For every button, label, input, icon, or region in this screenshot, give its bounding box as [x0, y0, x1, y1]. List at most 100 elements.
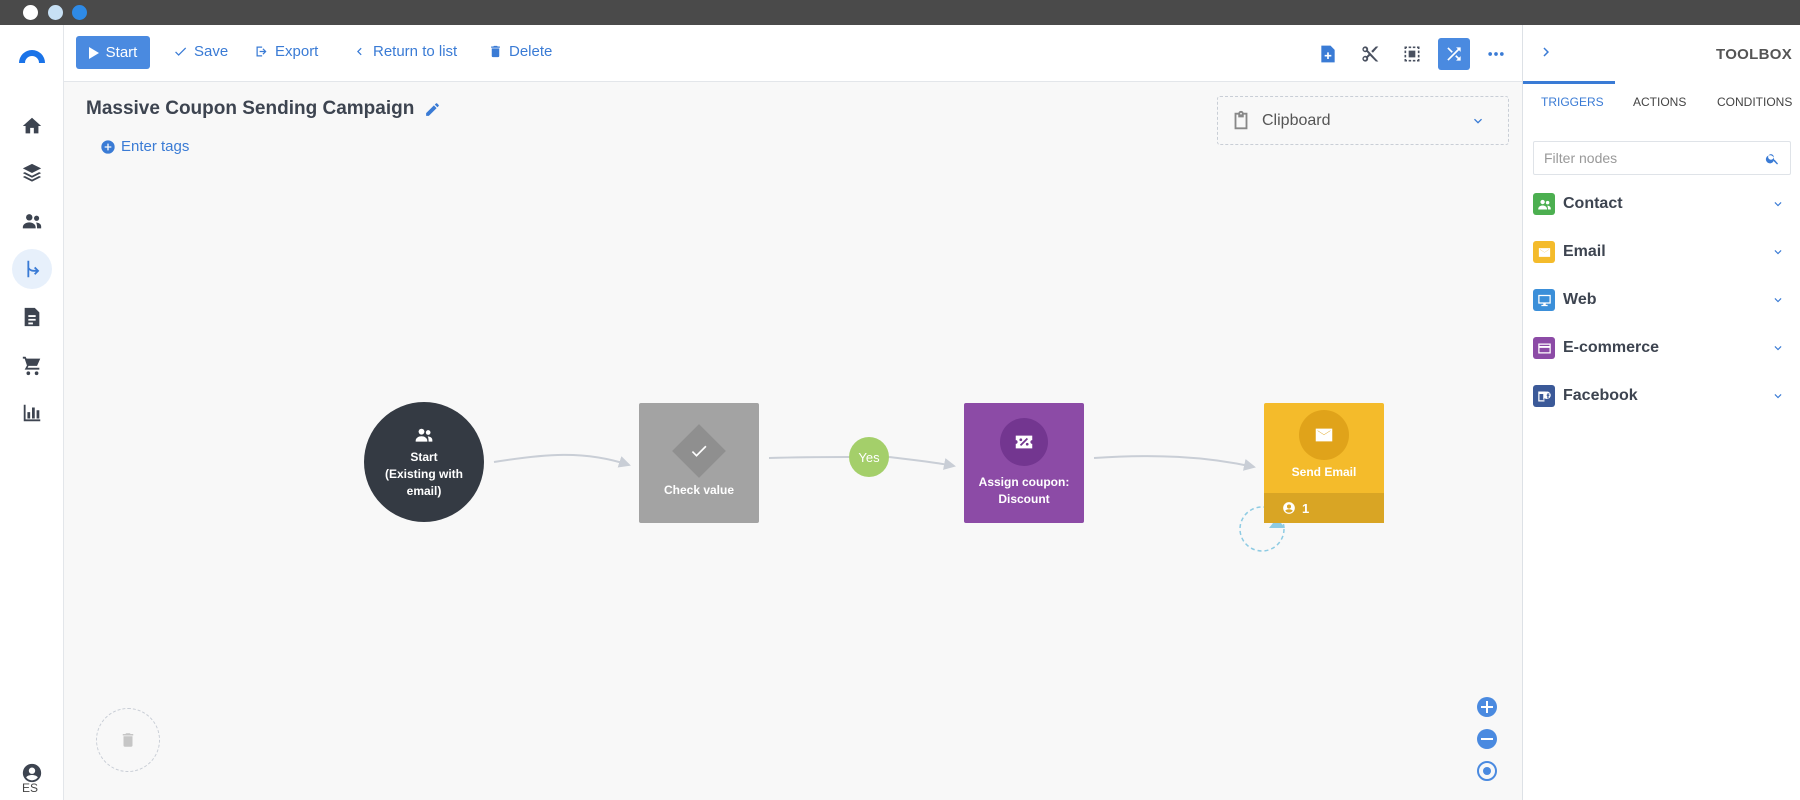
campaign-title-text: Massive Coupon Sending Campaign — [86, 98, 415, 119]
trash-drop-zone[interactable] — [96, 708, 160, 772]
save-button[interactable]: Save — [173, 43, 228, 60]
category-label: Contact — [1563, 195, 1623, 212]
toolbox-panel: TOOLBOX TRIGGERS ACTIONS CONDITIONS Cont… — [1522, 25, 1800, 800]
zoom-in-icon[interactable] — [1476, 696, 1498, 718]
check-node-label: Check value — [663, 482, 735, 497]
category-label: Email — [1563, 243, 1606, 260]
start-button-label: Start — [105, 44, 138, 61]
trash-icon — [491, 45, 500, 58]
plus-circle-icon — [101, 139, 115, 154]
window-close-dot[interactable] — [23, 5, 38, 20]
contacts-icon — [1533, 193, 1555, 215]
contacts-icon — [415, 428, 433, 442]
trash-icon — [122, 733, 134, 747]
start-button[interactable]: Start — [76, 36, 150, 69]
save-button-label: Save — [194, 43, 229, 60]
chevron-down-icon — [1774, 346, 1782, 351]
check-value-node[interactable]: Check value — [639, 403, 759, 523]
monitor-icon — [1533, 289, 1555, 311]
start-node-label: Start — [410, 449, 438, 464]
language-indicator[interactable]: ES — [22, 781, 38, 795]
campaign-title: Massive Coupon Sending Campaign — [86, 98, 441, 120]
collapse-panel-button[interactable] — [1537, 43, 1555, 61]
more-icon[interactable] — [1480, 38, 1512, 70]
cart-icon[interactable] — [12, 345, 52, 385]
chevron-down-icon — [1474, 118, 1482, 124]
edit-pencil-icon[interactable] — [424, 101, 441, 118]
home-icon[interactable] — [12, 106, 52, 146]
yes-branch-badge[interactable]: Yes — [849, 437, 889, 477]
return-to-list-button[interactable]: Return to list — [352, 43, 457, 60]
search-icon[interactable] — [1765, 151, 1780, 166]
app-logo-icon[interactable] — [17, 45, 47, 63]
category-label: Facebook — [1563, 387, 1638, 404]
clipboard-label: Clipboard — [1262, 111, 1331, 129]
document-icon[interactable] — [12, 297, 52, 337]
coupon-node-label: Assign coupon: — [978, 475, 1070, 489]
email-node-stats[interactable]: 1 — [1264, 493, 1384, 523]
active-tab-indicator — [1523, 81, 1615, 84]
category-facebook[interactable]: Facebook — [1533, 378, 1791, 414]
check-icon — [691, 445, 707, 457]
send-email-node[interactable]: Send Email 1 — [1264, 403, 1384, 523]
coupon-icon — [1015, 435, 1033, 449]
chevron-down-icon — [1774, 394, 1782, 399]
window-minimize-dot[interactable] — [48, 5, 63, 20]
email-icon — [1533, 241, 1555, 263]
edge-start-to-check — [493, 453, 631, 468]
select-area-icon[interactable] — [1396, 38, 1428, 70]
check-icon — [175, 47, 187, 56]
category-email[interactable]: Email — [1533, 234, 1791, 270]
tab-triggers[interactable]: TRIGGERS — [1541, 95, 1604, 109]
filter-nodes-input[interactable] — [1534, 142, 1744, 174]
shuffle-icon[interactable] — [1438, 38, 1470, 70]
reports-icon[interactable] — [12, 393, 52, 433]
assign-coupon-node[interactable]: Assign coupon: Discount — [964, 403, 1084, 523]
add-node-icon[interactable] — [1312, 38, 1344, 70]
export-button[interactable]: Export — [254, 43, 318, 60]
category-e-commerce[interactable]: E-commerce — [1533, 330, 1791, 366]
center-icon[interactable] — [1476, 760, 1498, 782]
scissors-icon[interactable] — [1354, 38, 1386, 70]
coupon-node-label: Discount — [998, 492, 1050, 506]
zoom-out-icon[interactable] — [1476, 728, 1498, 750]
automation-icon[interactable] — [12, 249, 52, 289]
delete-button-label: Delete — [509, 43, 553, 60]
chevron-right-icon — [1543, 47, 1549, 57]
email-icon-circle — [1299, 410, 1349, 460]
export-button-label: Export — [275, 43, 319, 60]
facebook-icon — [1533, 385, 1555, 407]
export-icon — [256, 46, 267, 57]
edge-yes-to-coupon — [888, 456, 956, 470]
clipboard-icon — [1234, 110, 1248, 129]
category-label: Web — [1563, 291, 1597, 308]
enter-tags-button[interactable]: Enter tags — [100, 138, 189, 155]
contacts-icon[interactable] — [12, 201, 52, 241]
enter-tags-label: Enter tags — [121, 138, 190, 155]
play-icon — [88, 46, 99, 59]
category-web[interactable]: Web — [1533, 282, 1791, 318]
delete-button[interactable]: Delete — [488, 43, 552, 60]
email-icon — [1315, 428, 1333, 442]
tab-conditions[interactable]: CONDITIONS — [1717, 95, 1792, 109]
layers-icon[interactable] — [12, 153, 52, 193]
email-node-label: Send Email — [1291, 465, 1357, 479]
window-maximize-dot[interactable] — [72, 5, 87, 20]
chevron-left-icon — [357, 47, 362, 56]
flow-canvas[interactable]: Massive Coupon Sending Campaign Enter ta… — [64, 82, 1522, 800]
edge-check-to-yes — [768, 456, 850, 459]
tab-actions[interactable]: ACTIONS — [1633, 95, 1686, 109]
card-icon — [1533, 337, 1555, 359]
start-node-label: email) — [406, 483, 442, 498]
start-node-label: (Existing with — [385, 466, 463, 481]
edge-coupon-to-email — [1093, 455, 1256, 471]
start-node[interactable]: Start (Existing with email) — [364, 402, 484, 522]
filter-nodes-field[interactable] — [1533, 141, 1791, 175]
return-button-label: Return to list — [373, 43, 458, 60]
category-label: E-commerce — [1563, 339, 1660, 356]
clipboard-dropdown[interactable]: Clipboard — [1217, 96, 1509, 145]
category-contact[interactable]: Contact — [1533, 186, 1791, 222]
chevron-down-icon — [1774, 202, 1782, 207]
toolbox-title: TOOLBOX — [1716, 46, 1792, 63]
condition-diamond — [672, 423, 726, 478]
